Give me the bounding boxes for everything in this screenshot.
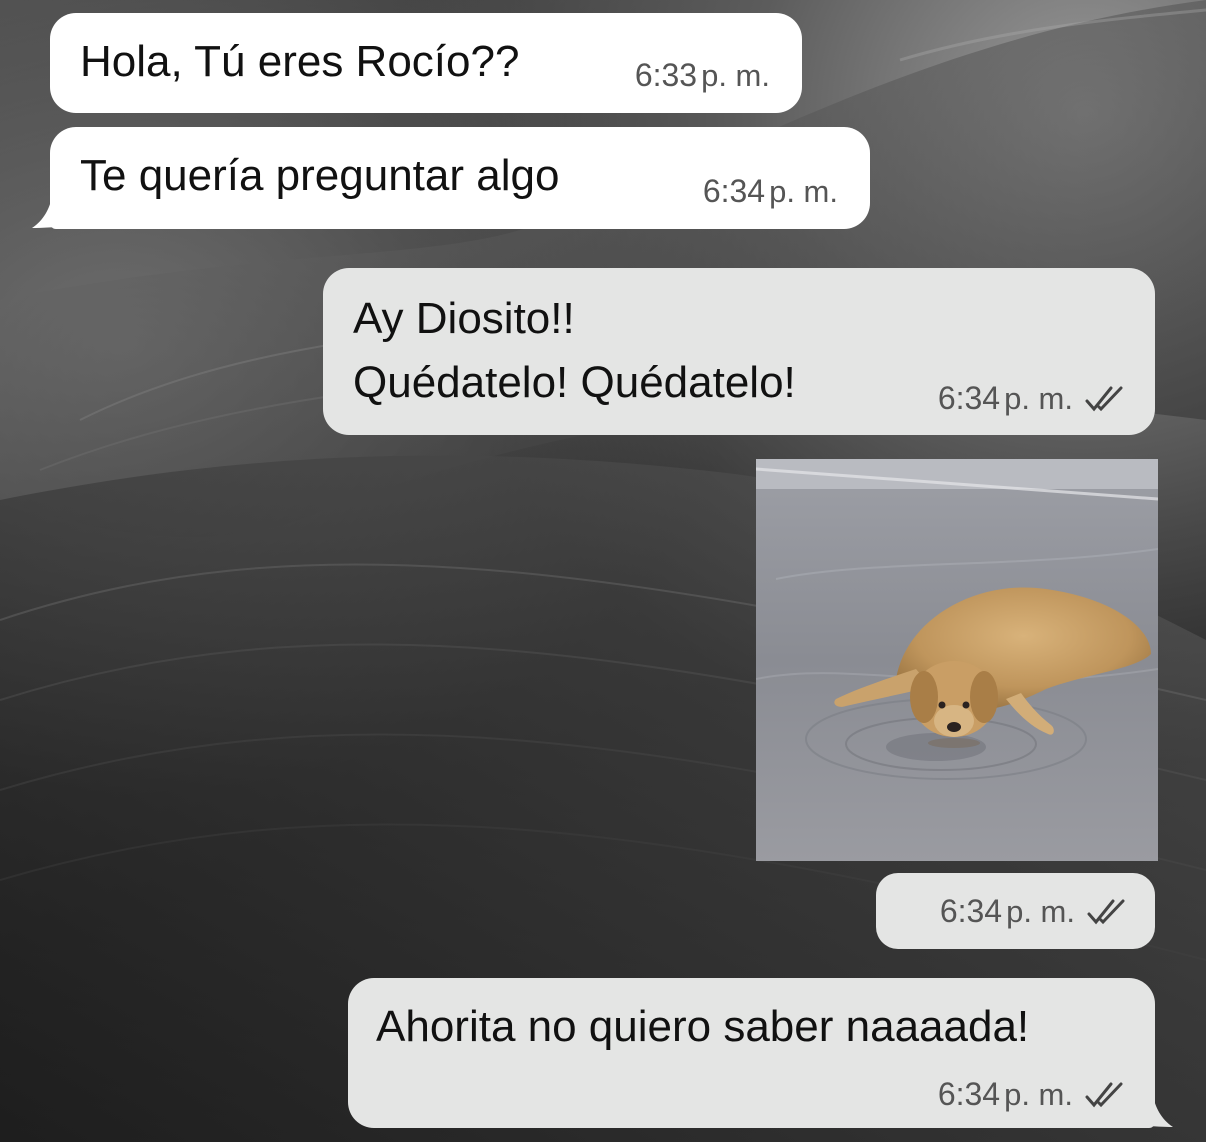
message-bubble-outgoing[interactable]: Ahorita no quiero saber naaaada! 6:34 p.… — [348, 978, 1155, 1128]
message-timestamp: 6:34 p. m. — [938, 1076, 1125, 1113]
message-timestamp: 6:34 p. m. — [938, 380, 1125, 417]
double-check-icon — [1085, 386, 1123, 411]
message-timestamp: 6:34 p. m. — [940, 893, 1127, 930]
message-time: 6:34 — [939, 893, 1003, 929]
message-timestamp: 6:34 p. m. — [703, 173, 838, 210]
image-timestamp-bubble: 6:34 p. m. — [876, 873, 1155, 949]
message-time: 6:34 — [702, 173, 766, 209]
message-time: 6:33 — [634, 57, 698, 93]
message-ampm: p. m. — [701, 57, 770, 93]
message-bubble-outgoing[interactable]: Ay Diosito!! Quédatelo! Quédatelo! 6:34 … — [323, 268, 1155, 435]
message-ampm: p. m. — [1006, 893, 1075, 929]
message-text: Ahorita no quiero saber naaaada! — [376, 1002, 1030, 1051]
message-text: Hola, Tú eres Rocío?? — [80, 37, 520, 86]
message-ampm: p. m. — [1004, 380, 1073, 416]
message-ampm: p. m. — [769, 173, 838, 209]
double-check-icon — [1087, 899, 1125, 924]
message-bubble-incoming[interactable]: Hola, Tú eres Rocío?? 6:33 p. m. — [50, 13, 802, 113]
message-timestamp: 6:33 p. m. — [635, 57, 770, 94]
message-time: 6:34 — [937, 1076, 1001, 1112]
double-check-icon — [1085, 1082, 1123, 1107]
message-ampm: p. m. — [1004, 1076, 1073, 1112]
message-text-line: Quédatelo! Quédatelo! — [353, 358, 796, 407]
message-text: Te quería preguntar algo — [80, 151, 560, 200]
bubble-tail-outgoing — [1135, 1095, 1173, 1127]
message-bubble-incoming[interactable]: Te quería preguntar algo 6:34 p. m. — [50, 127, 870, 229]
message-time: 6:34 — [937, 380, 1001, 416]
golden-retriever-image — [756, 459, 1158, 861]
message-text-line: Ay Diosito!! — [353, 294, 575, 343]
dog-photo-attachment[interactable] — [756, 459, 1158, 861]
